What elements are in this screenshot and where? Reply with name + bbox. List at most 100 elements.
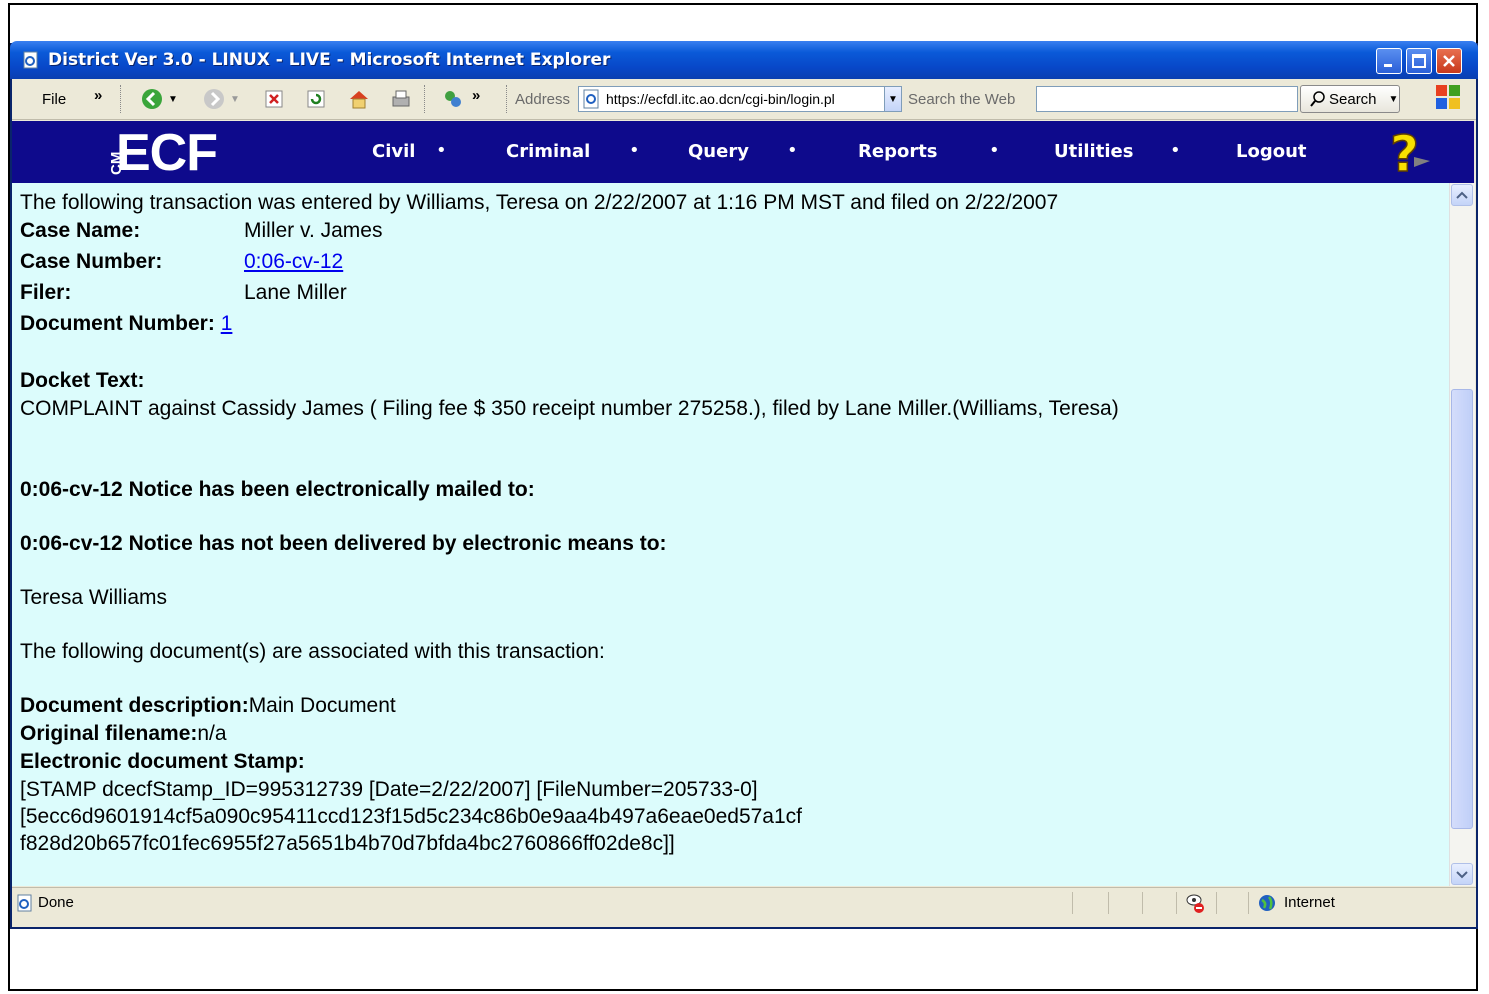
security-zone-label: Internet [1284, 894, 1335, 911]
page-icon [583, 89, 599, 109]
status-divider [1248, 892, 1249, 914]
doc-description-value: Main Document [248, 694, 396, 717]
windows-flag-icon [1436, 85, 1460, 109]
maximize-icon [1412, 54, 1426, 68]
printer-icon [392, 90, 410, 107]
svg-text:?: ? [1390, 127, 1419, 179]
address-dropdown-button[interactable]: ▼ [884, 86, 902, 112]
scroll-down-button[interactable] [1451, 863, 1473, 885]
toolbar-divider [120, 85, 123, 113]
forward-dropdown-icon[interactable]: ▼ [230, 94, 240, 105]
chevron-down-icon [1456, 871, 1468, 879]
nav-criminal[interactable]: Criminal [506, 141, 590, 162]
browser-toolbar: File » ▼ ▼ » Address https://ecfdl.itc.a… [12, 79, 1476, 120]
chevron-label: » [94, 86, 103, 104]
case-number-link[interactable]: 0:06-cv-12 [244, 250, 343, 273]
title-bar: District Ver 3.0 - LINUX - LIVE - Micros… [10, 41, 1478, 79]
toolbar-chevron-icon[interactable]: » [472, 81, 480, 109]
notice-not-delivered-heading: 0:06-cv-12 Notice has not been delivered… [20, 532, 667, 555]
original-filename-value: n/a [197, 722, 227, 745]
nav-query[interactable]: Query [688, 141, 749, 162]
address-label: Address [515, 85, 570, 113]
filer-row: Filer: [20, 281, 71, 305]
search-button-label: Search [1329, 90, 1377, 108]
search-web-label-text: Search the Web [908, 90, 1016, 108]
status-text: Done [38, 894, 74, 911]
status-divider [1142, 892, 1143, 914]
close-icon [1443, 55, 1455, 67]
back-dropdown-icon[interactable]: ▼ [168, 94, 178, 105]
status-divider [1072, 892, 1073, 914]
case-number-label: Case Number: [20, 250, 163, 273]
toolbar-divider [506, 85, 509, 113]
minimize-button[interactable] [1376, 48, 1402, 74]
ie-page-icon [23, 51, 38, 69]
maximize-button[interactable] [1406, 48, 1432, 74]
nav-separator: • [629, 140, 640, 161]
window-title: District Ver 3.0 - LINUX - LIVE - Micros… [48, 50, 611, 70]
search-input[interactable] [1036, 86, 1298, 112]
nav-civil[interactable]: Civil [372, 141, 415, 162]
windows-logo-icon [1432, 83, 1464, 111]
toolbar-divider [424, 85, 427, 113]
address-label-text: Address [515, 90, 571, 108]
notice-mailed-heading: 0:06-cv-12 Notice has been electronicall… [20, 478, 535, 501]
back-arrow-icon [142, 89, 162, 109]
chevron-up-icon [1456, 191, 1468, 199]
vertical-scrollbar[interactable] [1449, 183, 1475, 886]
status-divider [1176, 892, 1177, 914]
case-number-row: Case Number: [20, 250, 162, 274]
close-button[interactable] [1436, 48, 1462, 74]
chevron-down-icon: ▼ [888, 93, 898, 105]
file-menu[interactable]: File [42, 85, 66, 113]
scroll-thumb[interactable] [1451, 389, 1473, 829]
scroll-up-button[interactable] [1451, 184, 1473, 206]
nav-reports[interactable]: Reports [858, 141, 938, 162]
nav-separator: • [787, 140, 798, 161]
search-button[interactable]: Search ▼ [1300, 85, 1400, 113]
doc-description-label: Document description: [20, 694, 249, 717]
internet-globe-icon [1259, 895, 1275, 911]
chevron-label: » [472, 86, 481, 104]
forward-button[interactable]: ▼ [202, 85, 240, 113]
case-name-row: Case Name: [20, 219, 140, 243]
messenger-button[interactable] [442, 85, 464, 113]
nav-logout[interactable]: Logout [1236, 141, 1307, 162]
nav-separator: • [989, 140, 1000, 161]
search-dropdown-icon[interactable]: ▼ [1389, 94, 1399, 105]
menu-chevron-icon[interactable]: » [94, 81, 102, 109]
stamp-line-1: [STAMP dcecfStamp_ID=995312739 [Date=2/2… [20, 778, 758, 801]
refresh-icon [307, 90, 325, 108]
associated-docs-text: The following document(s) are associated… [20, 640, 605, 663]
browser-window: District Ver 3.0 - LINUX - LIVE - Micros… [10, 41, 1478, 929]
case-name-value: Miller v. James [244, 219, 383, 242]
print-button[interactable] [390, 85, 412, 113]
messenger-icon [445, 91, 461, 107]
page-content: The following transaction was entered by… [12, 183, 1449, 886]
page-done-icon [17, 894, 32, 912]
file-menu-label: File [42, 90, 67, 108]
privacy-blocked-icon[interactable] [1184, 892, 1206, 914]
nav-utilities[interactable]: Utilities [1054, 141, 1133, 162]
transaction-intro: The following transaction was entered by… [20, 191, 1059, 214]
docket-text: COMPLAINT against Cassidy James ( Filing… [20, 397, 1119, 420]
filer-label: Filer: [20, 281, 72, 304]
stop-button[interactable] [264, 85, 284, 113]
home-button[interactable] [348, 85, 370, 113]
stop-icon [265, 90, 283, 108]
document-number-row: Document Number: 1 [20, 312, 232, 336]
refresh-button[interactable] [306, 85, 326, 113]
status-bar: Done Internet [12, 887, 1476, 918]
help-question-icon[interactable]: ? [1384, 127, 1436, 179]
stamp-line-2: [5ecc6d9601914cf5a090c95411ccd123f15d5c2… [20, 805, 802, 828]
stamp-label: Electronic document Stamp: [20, 750, 305, 773]
ecf-logo[interactable]: ECF [116, 123, 218, 183]
address-bar[interactable]: https://ecfdl.itc.ao.dcn/cgi-bin/login.p… [578, 86, 900, 112]
forward-arrow-icon [204, 89, 224, 109]
home-icon [350, 91, 368, 109]
search-icon [1310, 91, 1325, 107]
back-button[interactable]: ▼ [140, 85, 178, 113]
doc-description-row: Document description:Main Document [20, 694, 396, 718]
document-number-link[interactable]: 1 [221, 312, 233, 335]
stamp-line-3: f828d20b657fc01fec6955f27a5651b4b70d7bfd… [20, 832, 675, 855]
